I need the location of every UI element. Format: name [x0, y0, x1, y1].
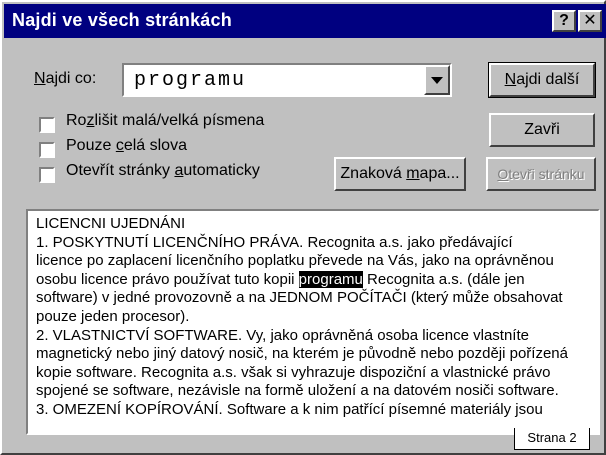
text-line: magnetický nebo jiný datový nosič, na kt… [36, 345, 568, 363]
close-button[interactable]: Zavři [489, 113, 595, 147]
help-button[interactable]: ? [552, 10, 576, 32]
title-bar[interactable]: Najdi ve všech stránkách ? ✕ [4, 4, 606, 38]
text-line: licence po zaplacení licenčního poplatku… [36, 252, 554, 270]
text-line: spojené se software, nezávisle na formě … [36, 382, 559, 400]
search-label: Najdi co: [34, 70, 97, 87]
close-window-button[interactable]: ✕ [578, 10, 602, 32]
text-line: LICENCNI UJEDNÁNI [36, 215, 186, 232]
option-label-whole-words: Pouze celá slova [66, 137, 187, 154]
text-line: osobu licence právo používat tuto kopii … [36, 270, 525, 288]
search-input[interactable]: programu [134, 69, 246, 92]
search-combobox[interactable]: programu [122, 63, 452, 97]
text-line: 2. VLASTNICTVÍ SOFTWARE. Vy, jako oprávn… [36, 326, 529, 344]
checkbox-whole-words[interactable] [39, 142, 55, 158]
option-label-open-automatically: Otevřít stránky automaticky [66, 162, 260, 179]
text-line: 1. POSKYTNUTÍ LICENČNÍHO PRÁVA. Recognit… [36, 233, 513, 251]
option-label-match-case: Rozlišit malá/velká písmena [66, 112, 265, 129]
text-line: kopie software. Recognita a.s. však si v… [36, 363, 551, 381]
dropdown-button[interactable] [424, 65, 450, 95]
text-preview[interactable]: LICENCNI UJEDNÁNI 1. POSKYTNUTÍ LICENČNÍ… [26, 209, 600, 435]
checkbox-match-case[interactable] [39, 117, 55, 133]
page-tab[interactable]: Strana 2 [514, 428, 590, 450]
text-line: software) v jedné provozovně a na JEDNOM… [36, 289, 563, 307]
window-title: Najdi ve všech stránkách [12, 10, 232, 30]
char-map-button[interactable]: Znaková mapa... [334, 157, 466, 191]
text-preview-content: LICENCNI UJEDNÁNI 1. POSKYTNUTÍ LICENČNÍ… [36, 215, 598, 420]
open-page-button[interactable]: Otevři stránku [486, 157, 596, 191]
find-next-button[interactable]: Najdi další [488, 62, 596, 98]
text-line: 3. OMEZENÍ KOPÍROVÁNÍ. Software a k nim … [36, 400, 543, 418]
text-line: pouze jeden procesor). [36, 307, 190, 325]
search-match-highlight: programu [298, 270, 363, 288]
close-icon: ✕ [583, 12, 597, 29]
checkbox-open-automatically[interactable] [39, 167, 55, 183]
find-dialog: Najdi ve všech stránkách ? ✕ Najdi co: p… [0, 0, 606, 455]
help-icon: ? [559, 12, 569, 29]
